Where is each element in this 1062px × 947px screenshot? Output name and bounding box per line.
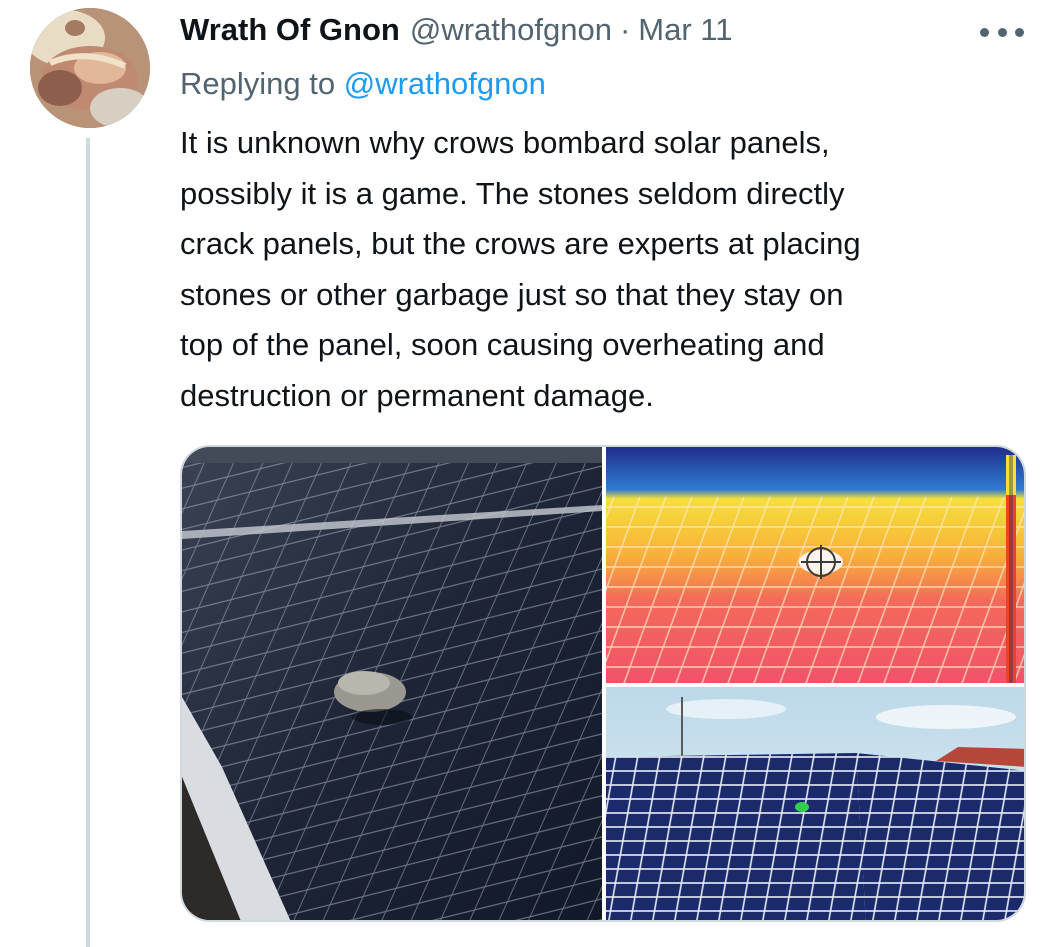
photo-rock-on-solar-panel[interactable] [182,447,602,920]
tweet-text-line: crack panels, but the crows are experts … [180,226,861,261]
author-name[interactable]: Wrath Of Gnon [180,12,400,48]
more-horizontal-icon[interactable] [980,24,1024,40]
tweet-text-line: top of the panel, soon causing overheati… [180,327,825,362]
tweet-text-line: stones or other garbage just so that the… [180,276,844,312]
replying-to: Replying to @wrathofgnon [180,66,546,102]
tweet-text-line: possibly it is a game. The stones seldom… [180,175,845,211]
replying-to-label: Replying to [180,66,336,101]
avatar-painting-image [30,8,150,128]
author-handle[interactable]: @wrathofgnon [410,12,612,48]
tweet-date[interactable]: Mar 11 [638,12,732,48]
media-grid [180,445,1026,922]
tweet-text-line: It is unknown why crows bombard solar pa… [180,125,830,160]
tweet-text-line: destruction or permanent damage. [180,377,654,413]
photo-thermal-hotspot[interactable] [606,447,1024,683]
tweet-header: Wrath Of Gnon @wrathofgnon · Mar 11 [180,10,732,50]
avatar[interactable] [30,8,150,128]
reply-mention-link[interactable]: @wrathofgnon [344,66,546,101]
header-separator: · [619,12,631,47]
photo-solar-array-sky[interactable] [606,687,1024,920]
tweet-text: It is unknown why crows bombard solar pa… [180,118,1040,421]
thread-connector-line [86,138,90,947]
